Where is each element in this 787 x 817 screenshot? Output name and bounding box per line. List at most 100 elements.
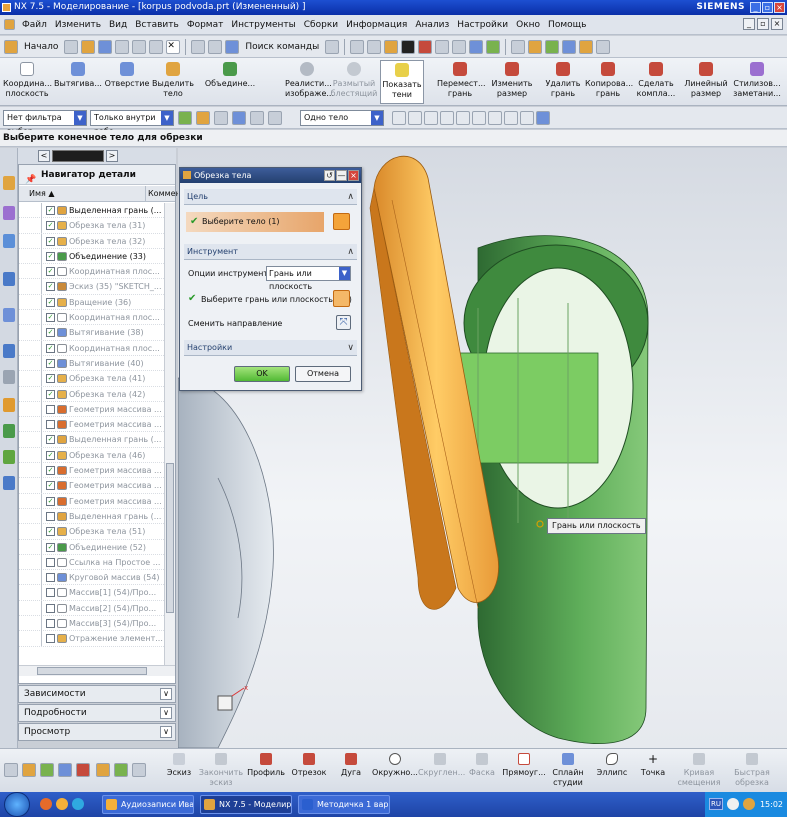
select-body-cube-icon[interactable] bbox=[333, 213, 350, 230]
tree-row[interactable]: Массив[3] (54)/Про... bbox=[19, 616, 164, 632]
analysis-icon[interactable] bbox=[545, 39, 560, 54]
visibility-checkbox[interactable]: ✓ bbox=[46, 466, 55, 476]
group-tool[interactable]: Инструмент ∧ bbox=[184, 244, 357, 260]
quick-access-icon[interactable] bbox=[22, 763, 36, 777]
menu-insert[interactable]: Вставить bbox=[131, 20, 183, 30]
snap-on-curve-icon[interactable] bbox=[504, 111, 518, 125]
process-studio-icon[interactable] bbox=[3, 398, 15, 412]
visibility-checkbox[interactable] bbox=[46, 634, 55, 644]
reuse-library-icon[interactable] bbox=[3, 272, 15, 286]
extrude-button[interactable]: Вытягива... bbox=[54, 60, 102, 104]
volume-icon[interactable] bbox=[727, 798, 739, 810]
column-comment[interactable]: Коммен bbox=[145, 186, 181, 202]
rectangle-button[interactable]: Прямоуг... bbox=[502, 751, 546, 791]
line-button[interactable]: Отрезок bbox=[290, 751, 328, 791]
quick-trim-button[interactable]: Быстрая обрезка bbox=[730, 751, 774, 791]
tree-row[interactable]: ✓ Объединение (33) bbox=[19, 248, 164, 265]
measure-icon[interactable] bbox=[562, 39, 577, 54]
extract-body-button[interactable]: Выделить тело bbox=[150, 60, 196, 104]
web-browser-icon[interactable] bbox=[3, 308, 15, 322]
visibility-checkbox[interactable]: ✓ bbox=[46, 527, 55, 537]
tree-row[interactable]: ✓ Обрезка тела (41) bbox=[19, 371, 164, 387]
fit-view-icon[interactable] bbox=[350, 39, 365, 54]
system-scene-icon[interactable] bbox=[3, 450, 15, 464]
tree-row[interactable]: ✓ Обрезка тела (32) bbox=[19, 233, 164, 249]
task-audio[interactable]: Аудиозаписи Иван... bbox=[102, 795, 194, 814]
paste-icon[interactable] bbox=[149, 39, 164, 54]
tree-row[interactable]: ✓ Обрезка тела (31) bbox=[19, 218, 164, 234]
quick-access-icon[interactable] bbox=[58, 763, 72, 777]
cancel-button[interactable]: Отмена bbox=[295, 366, 351, 382]
section-preview[interactable]: Просмотр ∨ bbox=[18, 723, 176, 741]
resize-face-button[interactable]: Изменить размер bbox=[487, 60, 537, 104]
circle-button[interactable]: Окружно... bbox=[372, 751, 418, 791]
doc-restore-button[interactable]: ▫ bbox=[757, 18, 769, 30]
tree-row[interactable]: Отражение элемент... bbox=[19, 631, 164, 647]
copy-face-button[interactable]: Копирова... грань bbox=[585, 60, 633, 104]
tree-row[interactable]: Ссылка на Простое ... bbox=[19, 554, 164, 571]
visibility-checkbox[interactable]: ✓ bbox=[46, 328, 55, 338]
delete-face-button[interactable]: Удалить грань bbox=[541, 60, 585, 104]
snap-icon[interactable] bbox=[511, 39, 526, 54]
visibility-checkbox[interactable]: ✓ bbox=[46, 343, 55, 353]
start-button[interactable] bbox=[4, 792, 30, 817]
tree-row[interactable]: Выделенная грань (... bbox=[19, 508, 164, 525]
menu-tools[interactable]: Инструменты bbox=[227, 20, 299, 30]
redo-icon[interactable] bbox=[208, 39, 223, 54]
snap-control-icon[interactable] bbox=[424, 111, 438, 125]
tree-row[interactable]: ✓ Координатная плос... bbox=[19, 264, 164, 280]
history-icon[interactable] bbox=[3, 344, 15, 358]
close-icon[interactable]: × bbox=[348, 170, 359, 181]
visibility-checkbox[interactable] bbox=[46, 511, 55, 521]
tree-row[interactable]: Круговой массив (54) bbox=[19, 570, 164, 586]
menu-information[interactable]: Информация bbox=[342, 20, 411, 30]
task-nx[interactable]: NX 7.5 - Моделиро... bbox=[200, 795, 292, 814]
tree-row[interactable]: ✓ Обрезка тела (42) bbox=[19, 386, 164, 402]
chevron-right-icon[interactable]: > bbox=[106, 150, 118, 162]
ok-button[interactable]: OK bbox=[234, 366, 290, 382]
visibility-checkbox[interactable] bbox=[46, 619, 55, 629]
select-all-icon[interactable] bbox=[250, 111, 264, 125]
visibility-checkbox[interactable] bbox=[46, 557, 55, 567]
visibility-checkbox[interactable]: ✓ bbox=[46, 251, 55, 261]
grey-body[interactable] bbox=[178, 377, 274, 748]
menu-help[interactable]: Помощь bbox=[544, 20, 590, 30]
quick-access-icon[interactable] bbox=[96, 763, 110, 777]
type-filter-select[interactable]: Нет фильтра выбор▼ bbox=[3, 110, 87, 136]
arc-button[interactable]: Дуга bbox=[336, 751, 366, 791]
tree-row[interactable]: ✓ Эскиз (35) "SKETCH_... bbox=[19, 279, 164, 295]
visibility-checkbox[interactable]: ✓ bbox=[46, 389, 55, 399]
visibility-checkbox[interactable]: ✓ bbox=[46, 496, 55, 506]
tree-row[interactable]: ✓ Геометрия массива ... bbox=[19, 478, 164, 494]
make-coplanar-button[interactable]: Сделать компла... bbox=[633, 60, 679, 104]
sketch-button[interactable]: Эскиз bbox=[164, 751, 194, 791]
filter-icon[interactable] bbox=[178, 111, 192, 125]
tree-row[interactable]: ✓ Координатная плос... bbox=[19, 340, 164, 356]
scrollbar-thumb[interactable] bbox=[37, 667, 147, 675]
palette-icon[interactable] bbox=[3, 476, 15, 490]
layer-icon[interactable] bbox=[452, 39, 467, 54]
blurry-shiny-button[interactable]: Размытый блестящий bbox=[330, 60, 378, 104]
visibility-checkbox[interactable] bbox=[46, 603, 55, 613]
visibility-checkbox[interactable]: ✓ bbox=[46, 374, 55, 384]
shaded-icon[interactable] bbox=[401, 39, 416, 54]
select-body-row[interactable]: ✔ Выберите тело (1) bbox=[186, 212, 324, 232]
visibility-checkbox[interactable] bbox=[46, 573, 55, 583]
quick-access-icon[interactable] bbox=[4, 763, 18, 777]
menu-preferences[interactable]: Настройки bbox=[453, 20, 512, 30]
undo-icon[interactable] bbox=[191, 39, 206, 54]
display-icon[interactable] bbox=[435, 39, 450, 54]
ellipse-button[interactable]: Эллипс bbox=[594, 751, 630, 791]
section-dependencies[interactable]: Зависимости ∨ bbox=[18, 685, 176, 703]
save-icon[interactable] bbox=[98, 39, 113, 54]
quick-access-icon[interactable] bbox=[114, 763, 128, 777]
hole-button[interactable]: Отверстие bbox=[104, 60, 150, 104]
offset-curve-button[interactable]: Кривая смещения bbox=[676, 751, 722, 791]
snap-point-icon[interactable] bbox=[196, 111, 210, 125]
navigator-grip[interactable] bbox=[52, 150, 104, 162]
profile-button[interactable]: Профиль bbox=[246, 751, 286, 791]
tree-row[interactable]: ✓ Геометрия массива ... bbox=[19, 493, 164, 509]
point-icon[interactable] bbox=[528, 39, 543, 54]
quick-access-icon[interactable] bbox=[76, 763, 90, 777]
chamfer-button[interactable]: Фаска bbox=[464, 751, 500, 791]
